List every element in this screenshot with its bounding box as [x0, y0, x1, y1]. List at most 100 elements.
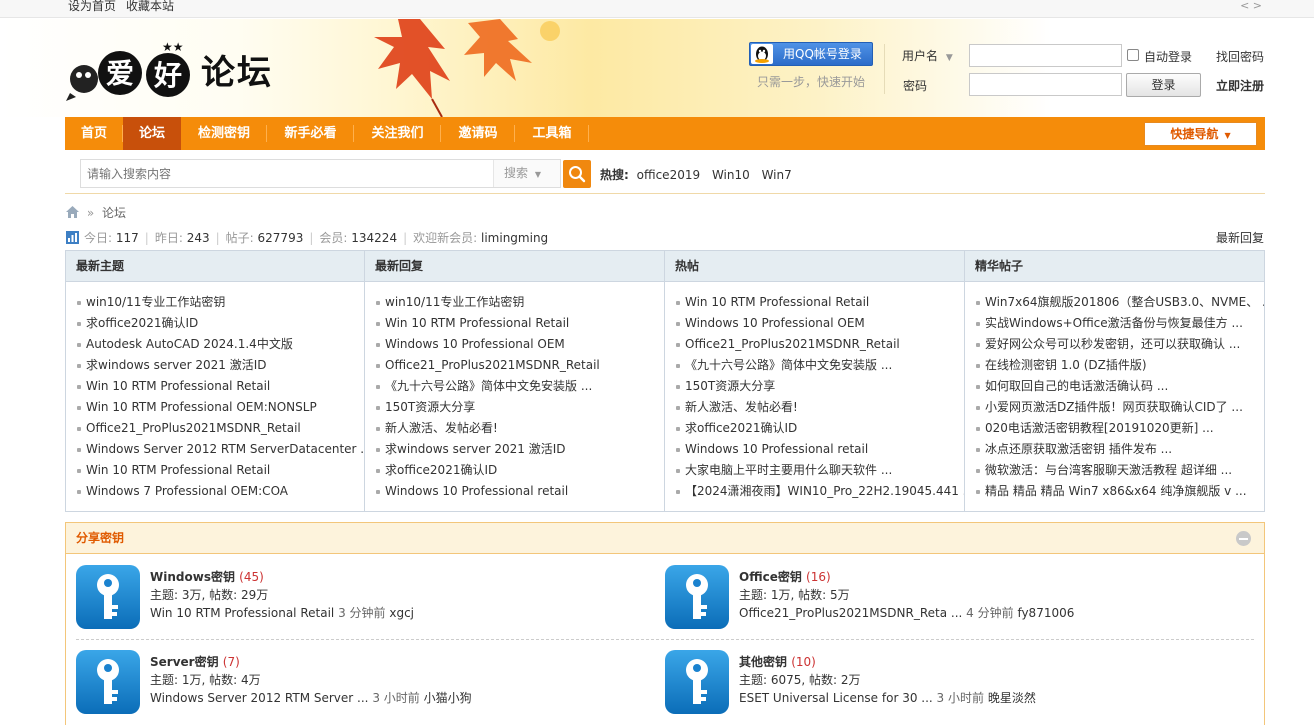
list-item[interactable]: Office21_ProPlus2021MSDNR_Retail	[76, 418, 364, 439]
search-button[interactable]	[563, 160, 591, 188]
search-type-label: 搜索	[504, 166, 529, 180]
username-label[interactable]: 用户名 ▼	[902, 47, 953, 64]
list-item[interactable]: 求office2021确认ID	[675, 418, 964, 439]
find-password-link[interactable]: 找回密码	[1216, 48, 1264, 65]
last-post-time: 3 小时前	[936, 691, 984, 705]
list-item[interactable]: Win 10 RTM Professional Retail	[675, 292, 964, 313]
set-home-link[interactable]: 设为首页	[68, 0, 116, 13]
hot-keyword[interactable]: Win7	[762, 168, 792, 182]
list-item[interactable]: win10/11专业工作站密钥	[76, 292, 364, 313]
nav-item-newbie[interactable]: 新手必看	[267, 117, 354, 150]
list-item[interactable]: 【2024潇湘夜雨】WIN10_Pro_22H2.19045.441 ...	[675, 481, 964, 502]
list-item[interactable]: 《九十六号公路》简体中文免安装版 ...	[675, 355, 964, 376]
list-item[interactable]: 求windows server 2021 激活ID	[76, 355, 364, 376]
key-icon[interactable]	[665, 650, 729, 714]
list-item[interactable]: 实战Windows+Office激活备份与恢复最佳方 ...	[975, 313, 1264, 334]
list-item[interactable]: Windows 10 Professional retail	[675, 439, 964, 460]
list-item[interactable]: Office21_ProPlus2021MSDNR_Retail	[375, 355, 664, 376]
forum-name[interactable]: Office密钥 (16)	[739, 568, 831, 585]
nav-item-check-key[interactable]: 检测密钥	[181, 117, 267, 150]
key-icon[interactable]	[76, 650, 140, 714]
list-item[interactable]: 150T资源大分享	[375, 397, 664, 418]
last-post-user[interactable]: fy871006	[1017, 606, 1074, 620]
list-item[interactable]: Windows 10 Professional OEM	[375, 334, 664, 355]
nav-item-follow[interactable]: 关注我们	[354, 117, 441, 150]
list-item[interactable]: 新人激活、发帖必看!	[375, 418, 664, 439]
nav-item-invite[interactable]: 邀请码	[441, 117, 515, 150]
search-input[interactable]	[81, 160, 493, 187]
collapse-icon[interactable]	[1236, 531, 1251, 546]
latest-replies-link[interactable]: 最新回复	[1216, 229, 1264, 246]
list-item[interactable]: Win 10 RTM Professional Retail	[375, 313, 664, 334]
list-item[interactable]: 如何取回自己的电话激活确认码 ...	[975, 376, 1264, 397]
nav-label: 新手必看	[284, 126, 337, 141]
stat-label: 今日:	[84, 231, 113, 245]
qq-login-tip: 只需一步，快速开始	[757, 75, 866, 89]
username-input[interactable]	[969, 44, 1122, 67]
search-box: 搜索 ▼	[80, 159, 561, 188]
list-item[interactable]: 《九十六号公路》简体中文免安装版 ...	[375, 376, 664, 397]
auto-login-label[interactable]: 自动登录	[1144, 48, 1192, 65]
list-item[interactable]: 在线检测密钥 1.0 (DZ插件版)	[975, 355, 1264, 376]
nav-item-toolbox[interactable]: 工具箱	[515, 117, 589, 150]
login-button[interactable]: 登录	[1126, 73, 1201, 97]
forum-name[interactable]: Server密钥 (7)	[150, 653, 240, 670]
list-item[interactable]: 新人激活、发帖必看!	[675, 397, 964, 418]
list-item[interactable]: 求windows server 2021 激活ID	[375, 439, 664, 460]
list-item[interactable]: Win7x64旗舰版201806（整合USB3.0、NVME、 ...	[975, 292, 1264, 313]
last-post-user[interactable]: 晚星淡然	[988, 691, 1036, 705]
auto-login-checkbox[interactable]	[1127, 49, 1139, 61]
toggle-width-icon[interactable]: < >	[1240, 0, 1262, 11]
list-item[interactable]: 大家电脑上平时主要用什么聊天软件 ...	[675, 460, 964, 481]
hot-keyword[interactable]: office2019	[637, 168, 700, 182]
list-item[interactable]: Windows 7 Professional OEM:COA	[76, 481, 364, 502]
forum-name[interactable]: 其他密钥 (10)	[739, 653, 816, 670]
list-item[interactable]: Win 10 RTM Professional Retail	[76, 460, 364, 481]
site-logo[interactable]: 爱 好 ★★ 论坛	[66, 37, 296, 101]
forum-name[interactable]: Windows密钥 (45)	[150, 568, 264, 585]
list-item[interactable]: Windows 10 Professional OEM	[675, 313, 964, 334]
qq-login-button[interactable]: 用QQ帐号登录	[749, 42, 873, 66]
top-bar: 设为首页 收藏本站 < >	[0, 0, 1314, 18]
last-post-user[interactable]: xgcj	[389, 606, 414, 620]
list-item[interactable]: 微软激活：与台湾客服聊天激活教程 超详细 ...	[975, 460, 1264, 481]
forum-last-post: Win 10 RTM Professional Retail 3 分钟前 xgc…	[150, 604, 414, 621]
nav-item-forum[interactable]: 论坛	[123, 117, 181, 150]
list-item[interactable]: Office21_ProPlus2021MSDNR_Retail	[675, 334, 964, 355]
list-item[interactable]: 冰点还原获取激活密钥 插件发布 ...	[975, 439, 1264, 460]
last-post-user[interactable]: 小猫小狗	[424, 691, 472, 705]
quick-nav-button[interactable]: 快捷导航 ▼	[1144, 122, 1257, 146]
last-post-link[interactable]: ESET Universal License for 30 ...	[739, 691, 933, 705]
list-item[interactable]: 小爱网页激活DZ插件版！网页获取确认CID了 ...	[975, 397, 1264, 418]
list-item[interactable]: Windows Server 2012 RTM ServerDatacenter…	[76, 439, 364, 460]
breadcrumb: » 论坛	[66, 204, 126, 221]
list-item[interactable]: 020电话激活密钥教程[20191020更新] ...	[975, 418, 1264, 439]
search-type-select[interactable]: 搜索 ▼	[493, 160, 560, 187]
list-item[interactable]: Autodesk AutoCAD 2024.1.4中文版	[76, 334, 364, 355]
list-item[interactable]: win10/11专业工作站密钥	[375, 292, 664, 313]
password-label: 密码	[903, 79, 928, 93]
list-item[interactable]: Win 10 RTM Professional OEM:NONSLP	[76, 397, 364, 418]
key-icon[interactable]	[76, 565, 140, 629]
list-item[interactable]: Win 10 RTM Professional Retail	[76, 376, 364, 397]
last-post-link[interactable]: Office21_ProPlus2021MSDNR_Reta ...	[739, 606, 962, 620]
password-input[interactable]	[969, 73, 1122, 96]
list-item[interactable]: 求office2021确认ID	[375, 460, 664, 481]
list-item[interactable]: 求office2021确认ID	[76, 313, 364, 334]
key-icon[interactable]	[665, 565, 729, 629]
list-item[interactable]: Windows 10 Professional retail	[375, 481, 664, 502]
last-post-link[interactable]: Win 10 RTM Professional Retail	[150, 606, 334, 620]
home-icon[interactable]	[66, 206, 79, 218]
register-link[interactable]: 立即注册	[1216, 77, 1264, 94]
list-item[interactable]: 爱好网公众号可以秒发密钥，还可以获取确认 ...	[975, 334, 1264, 355]
section-title[interactable]: 分享密钥	[66, 523, 1264, 554]
list-item[interactable]: 精品 精品 精品 Win7 x86&x64 纯净旗舰版 v ...	[975, 481, 1264, 502]
list-item[interactable]: 150T资源大分享	[675, 376, 964, 397]
last-post-link[interactable]: Windows Server 2012 RTM Server ...	[150, 691, 368, 705]
breadcrumb-current[interactable]: 论坛	[102, 206, 126, 220]
nav-item-home[interactable]: 首页	[65, 117, 123, 150]
new-member-link[interactable]: limingming	[481, 231, 548, 245]
hot-keyword[interactable]: Win10	[712, 168, 750, 182]
bookmark-link[interactable]: 收藏本站	[126, 0, 174, 13]
topic-panel: 最新主题 win10/11专业工作站密钥 求office2021确认ID Aut…	[65, 250, 1265, 512]
